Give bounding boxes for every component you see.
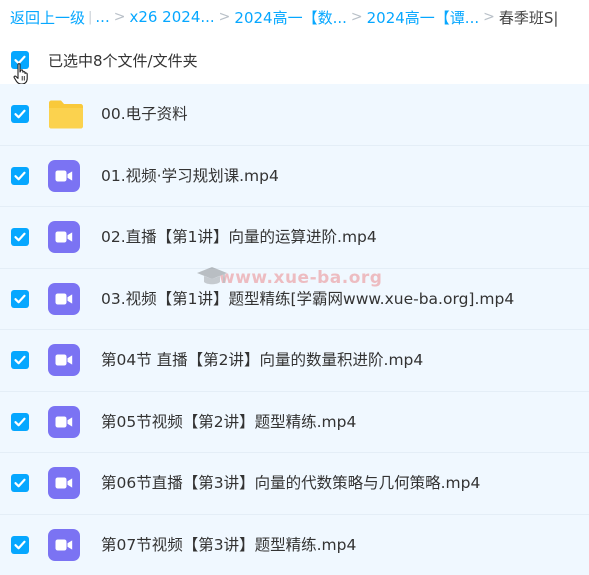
- file-row[interactable]: 第07节视频【第3讲】题型精练.mp4: [0, 514, 589, 575]
- file-list: 00.电子资料 01.视频·学习规划课.mp4 02.直播【第1讲】向量的运算进阶.…: [0, 84, 589, 575]
- file-row[interactable]: 02.直播【第1讲】向量的运算进阶.mp4: [0, 207, 589, 269]
- file-checkbox[interactable]: [11, 474, 29, 492]
- video-camera-icon: [55, 231, 73, 243]
- video-camera-icon: [55, 170, 73, 181]
- file-name[interactable]: 00.电子资料: [101, 84, 188, 145]
- video-file-icon[interactable]: [48, 467, 82, 501]
- breadcrumb-separator: >: [483, 9, 495, 25]
- video-file-icon[interactable]: [48, 405, 82, 440]
- file-browser: 返回上一级 | ... > x26 2024... > 2024高一【数... …: [0, 0, 589, 575]
- back-link[interactable]: 返回上一级: [10, 7, 85, 28]
- video-camera-icon: [55, 539, 73, 550]
- check-icon: [14, 540, 26, 549]
- check-icon: [14, 171, 26, 180]
- file-checkbox[interactable]: [11, 412, 29, 431]
- video-file-icon[interactable]: [48, 221, 82, 255]
- check-icon: [14, 417, 26, 426]
- breadcrumb-current: 春季班S|: [498, 8, 559, 27]
- file-name[interactable]: 02.直播【第1讲】向量的运算进阶.mp4: [101, 207, 377, 268]
- file-name[interactable]: 01.视频·学习规划课.mp4: [101, 146, 279, 207]
- video-file-icon[interactable]: [48, 528, 82, 563]
- check-icon: [14, 109, 26, 119]
- file-name[interactable]: 第07节视频【第3讲】题型精练.mp4: [101, 515, 356, 575]
- file-checkbox[interactable]: [11, 105, 29, 123]
- check-icon: [14, 232, 26, 242]
- breadcrumb-item[interactable]: 2024高一【谭...: [367, 7, 479, 28]
- video-file-icon[interactable]: [48, 344, 82, 378]
- file-row[interactable]: 01.视频·学习规划课.mp4: [0, 145, 589, 207]
- file-name[interactable]: 03.视频【第1讲】题型精练[学霸网www.xue-ba.org].mp4: [101, 269, 514, 330]
- selection-count-label: 已选中8个文件/文件夹: [48, 51, 198, 70]
- breadcrumb-ellipsis[interactable]: ...: [95, 8, 109, 26]
- video-camera-icon: [55, 416, 73, 427]
- file-checkbox[interactable]: [11, 535, 29, 554]
- video-camera-icon: [55, 354, 73, 366]
- file-checkbox[interactable]: [11, 289, 29, 308]
- file-name[interactable]: 第06节直播【第3讲】向量的代数策略与几何策略.mp4: [101, 453, 480, 514]
- video-file-icon[interactable]: [48, 159, 82, 194]
- file-row[interactable]: 03.视频【第1讲】题型精练[学霸网www.xue-ba.org].mp4: [0, 268, 589, 330]
- breadcrumb-separator: >: [113, 9, 126, 25]
- check-icon: [14, 355, 26, 365]
- breadcrumb-divider: |: [88, 9, 93, 25]
- selection-bar: 已选中8个文件/文件夹: [0, 43, 589, 77]
- video-camera-icon: [55, 293, 73, 304]
- file-checkbox[interactable]: [11, 228, 29, 246]
- file-row[interactable]: 第06节直播【第3讲】向量的代数策略与几何策略.mp4: [0, 453, 589, 515]
- video-camera-icon: [55, 477, 73, 489]
- breadcrumb-item[interactable]: x26 2024...: [129, 8, 214, 26]
- file-row[interactable]: 第05节视频【第2讲】题型精练.mp4: [0, 391, 589, 453]
- breadcrumb-separator: >: [218, 9, 231, 25]
- file-checkbox[interactable]: [11, 351, 29, 369]
- breadcrumb-item[interactable]: 2024高一【数...: [234, 7, 346, 28]
- check-icon: [14, 478, 26, 488]
- file-name[interactable]: 第05节视频【第2讲】题型精练.mp4: [101, 392, 356, 453]
- video-file-icon[interactable]: [48, 282, 82, 317]
- check-icon: [14, 294, 26, 303]
- file-row[interactable]: 第04节 直播【第2讲】向量的数量积进阶.mp4: [0, 330, 589, 392]
- file-row[interactable]: 00.电子资料: [0, 84, 589, 146]
- folder-icon[interactable]: [48, 98, 83, 132]
- breadcrumb-separator: >: [350, 9, 363, 25]
- file-name[interactable]: 第04节 直播【第2讲】向量的数量积进阶.mp4: [101, 330, 423, 391]
- hand-pointer-icon: [13, 63, 28, 85]
- file-checkbox[interactable]: [11, 166, 29, 185]
- breadcrumb: 返回上一级 | ... > x26 2024... > 2024高一【数... …: [0, 0, 589, 34]
